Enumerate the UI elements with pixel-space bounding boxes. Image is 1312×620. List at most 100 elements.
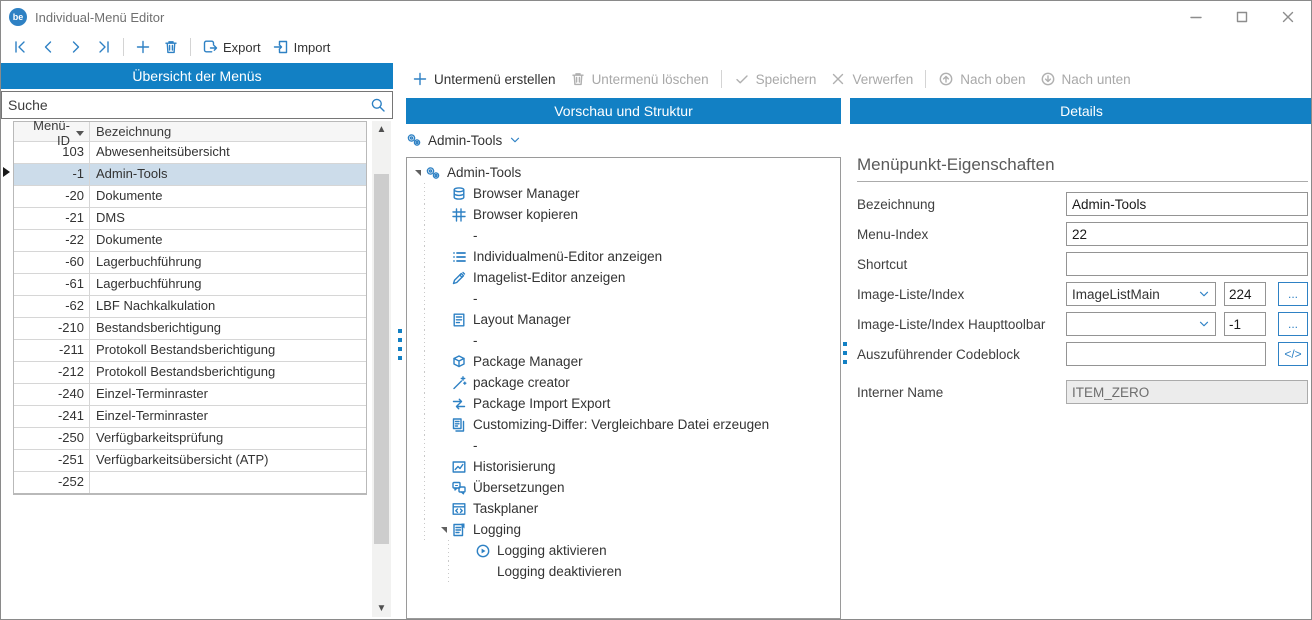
sort-desc-icon <box>76 131 84 136</box>
breadcrumb[interactable]: Admin-Tools <box>406 128 522 152</box>
import-label: Import <box>294 40 331 55</box>
app-window: be Individual-Menü Editor Export Import … <box>0 0 1312 620</box>
create-submenu-button[interactable]: Untermenü erstellen <box>406 68 562 90</box>
table-row[interactable]: -250Verfügbarkeitsprüfung <box>14 428 366 450</box>
menu-index-label: Menu-Index <box>857 227 1066 242</box>
scroll-down-icon[interactable]: ▼ <box>372 600 391 617</box>
tree-item[interactable]: Package Import Export <box>407 393 840 414</box>
image-liste-haupttoolbar-label: Image-Liste/Index Haupttoolbar <box>857 317 1066 332</box>
close-button[interactable] <box>1265 1 1311 33</box>
chevron-down-icon <box>1197 317 1211 331</box>
right-splitter-handle[interactable] <box>843 342 847 364</box>
tree-separator-item[interactable]: - <box>407 330 840 351</box>
toolbar-separator <box>721 70 722 88</box>
table-row[interactable]: -212Protokoll Bestandsberichtigung <box>14 362 366 384</box>
tree-item[interactable]: Package Manager <box>407 351 840 372</box>
app-logo-icon: be <box>9 8 27 26</box>
table-row[interactable]: -241Einzel-Terminraster <box>14 406 366 428</box>
table-row[interactable]: 103Abwesenheitsübersicht <box>14 142 366 164</box>
expander-icon[interactable] <box>411 170 425 176</box>
left-splitter-handle[interactable] <box>398 329 402 360</box>
table-row[interactable]: -62LBF Nachkalkulation <box>14 296 366 318</box>
import-export-icon <box>451 396 467 412</box>
codeblock-input[interactable] <box>1066 342 1266 366</box>
tree-separator-item[interactable]: - <box>407 288 840 309</box>
scrollbar-thumb[interactable] <box>374 174 389 544</box>
maximize-button[interactable] <box>1219 1 1265 33</box>
column-header-menu-id[interactable]: Menü-ID <box>14 122 90 141</box>
field-shortcut: Shortcut <box>857 252 1308 276</box>
image-browse-button[interactable]: ... <box>1278 282 1308 306</box>
circle-up-icon <box>938 71 954 87</box>
haupttoolbar-index-input[interactable] <box>1224 312 1266 336</box>
nav-last-button[interactable] <box>91 36 117 58</box>
circle-down-icon <box>1040 71 1056 87</box>
tree-item[interactable]: Übersetzungen <box>407 477 840 498</box>
tree-separator-item[interactable]: - <box>407 225 840 246</box>
table-row[interactable]: -211Protokoll Bestandsberichtigung <box>14 340 366 362</box>
codeblock-label: Auszuführender Codeblock <box>857 347 1066 362</box>
chevron-down-icon[interactable] <box>508 133 522 147</box>
nav-first-button[interactable] <box>7 36 33 58</box>
tree-item[interactable]: Individualmenü-Editor anzeigen <box>407 246 840 267</box>
image-liste-dropdown[interactable]: ImageListMain <box>1066 282 1216 306</box>
minimize-button[interactable] <box>1173 1 1219 33</box>
tree-item[interactable]: Taskplaner <box>407 498 840 519</box>
tree-item[interactable]: Browser Manager <box>407 183 840 204</box>
image-liste-haupttoolbar-dropdown[interactable] <box>1066 312 1216 336</box>
expander-icon[interactable] <box>437 527 451 533</box>
shortcut-input[interactable] <box>1066 252 1308 276</box>
table-scrollbar[interactable]: ▲ ▼ <box>372 121 391 617</box>
title-bar: be Individual-Menü Editor <box>1 1 1311 33</box>
table-row[interactable]: -60Lagerbuchführung <box>14 252 366 274</box>
nav-next-button[interactable] <box>63 36 89 58</box>
image-index-input[interactable] <box>1224 282 1266 306</box>
menu-overview-panel: Übersicht der Menüs Menü-ID Bezeichnung … <box>1 63 393 619</box>
bezeichnung-input[interactable] <box>1066 192 1308 216</box>
tree-item[interactable]: Logging aktivieren <box>407 540 840 561</box>
nav-prev-button[interactable] <box>35 36 61 58</box>
column-header-bezeichnung[interactable]: Bezeichnung <box>90 122 366 141</box>
tree-item[interactable]: Imagelist-Editor anzeigen <box>407 267 840 288</box>
search-input[interactable] <box>2 97 370 113</box>
tree-separator-item[interactable]: - <box>407 435 840 456</box>
table-row[interactable]: -210Bestandsberichtigung <box>14 318 366 340</box>
tree-item[interactable]: Logging deaktivieren <box>407 561 840 582</box>
import-button[interactable]: Import <box>268 36 336 58</box>
export-icon <box>202 39 218 55</box>
field-menu-index: Menu-Index <box>857 222 1308 246</box>
table-row[interactable]: -22Dokumente <box>14 230 366 252</box>
delete-submenu-button: Untermenü löschen <box>564 68 715 90</box>
add-menu-button[interactable] <box>130 36 156 58</box>
table-row[interactable]: -240Einzel-Terminraster <box>14 384 366 406</box>
toolbar-separator <box>123 38 124 56</box>
menu-index-input[interactable] <box>1066 222 1308 246</box>
tree-item-root[interactable]: Admin-Tools <box>407 162 840 183</box>
import-icon <box>273 39 289 55</box>
search-icon[interactable] <box>370 97 386 113</box>
table-row[interactable]: -251Verfügbarkeitsübersicht (ATP) <box>14 450 366 472</box>
tree-item-logging[interactable]: Logging <box>407 519 840 540</box>
task-window-icon <box>451 501 467 517</box>
main-toolbar: Export Import <box>1 33 1311 61</box>
tree-item[interactable]: package creator <box>407 372 840 393</box>
tree-item[interactable]: Layout Manager <box>407 309 840 330</box>
scroll-up-icon[interactable]: ▲ <box>372 121 391 138</box>
grid-icon <box>451 207 467 223</box>
table-row[interactable]: -61Lagerbuchführung <box>14 274 366 296</box>
code-editor-button[interactable]: </> <box>1278 342 1308 366</box>
tree-item[interactable]: Browser kopieren <box>407 204 840 225</box>
table-row[interactable]: -252 <box>14 472 366 494</box>
table-row[interactable]: -20Dokumente <box>14 186 366 208</box>
delete-menu-button[interactable] <box>158 36 184 58</box>
chart-icon <box>451 459 467 475</box>
field-bezeichnung: Bezeichnung <box>857 192 1308 216</box>
tree-item[interactable]: Customizing-Differ: Vergleichbare Datei … <box>407 414 840 435</box>
table-row[interactable]: -21DMS <box>14 208 366 230</box>
tree-item[interactable]: Historisierung <box>407 456 840 477</box>
chevron-down-icon <box>1197 287 1211 301</box>
haupttoolbar-browse-button[interactable]: ... <box>1278 312 1308 336</box>
table-row-selected[interactable]: -1Admin-Tools <box>14 164 366 186</box>
export-button[interactable]: Export <box>197 36 266 58</box>
move-down-button: Nach unten <box>1034 68 1137 90</box>
